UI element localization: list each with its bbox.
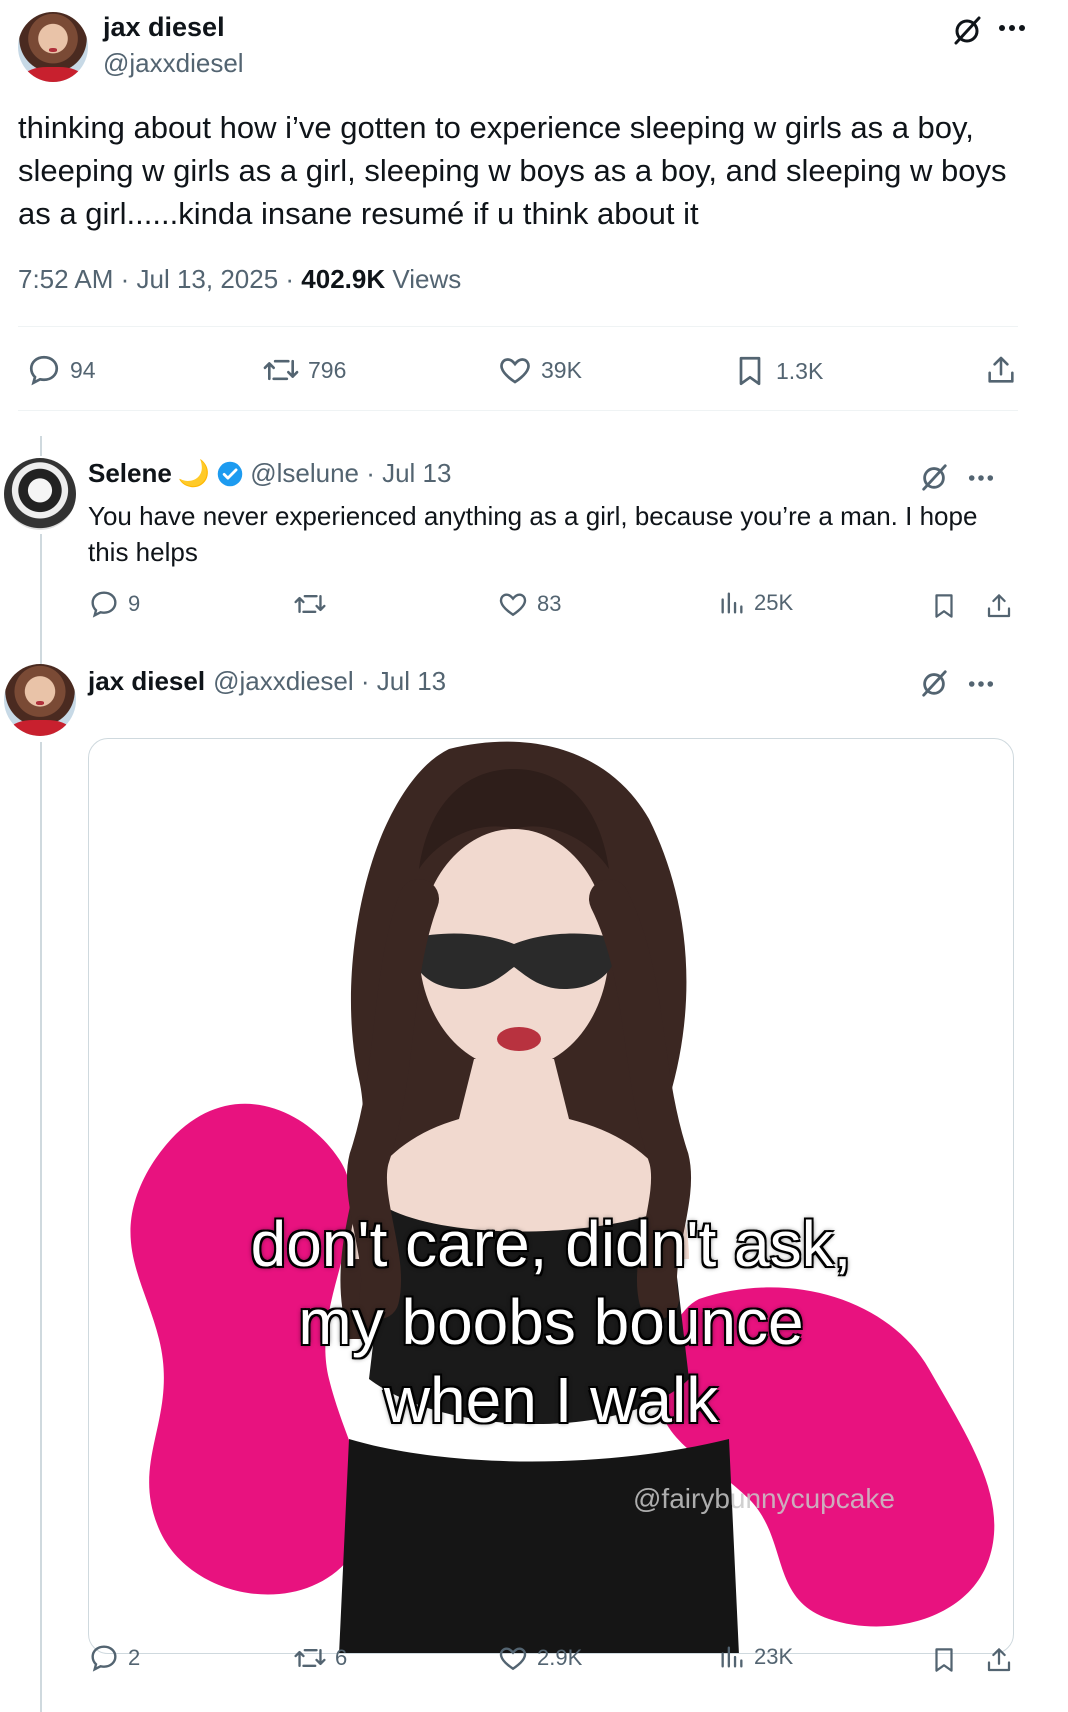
divider <box>18 410 1018 411</box>
grok-icon[interactable] <box>919 462 949 492</box>
tweet-text-line: as a girl......kinda insane resumé if u … <box>18 196 699 231</box>
reply-count: 2 <box>128 1645 141 1670</box>
views-count: 23K <box>754 1644 794 1669</box>
reply-author-name[interactable]: Selene <box>88 458 172 489</box>
grok-icon[interactable] <box>951 14 983 46</box>
retweet-icon <box>293 588 327 620</box>
like-count: 83 <box>537 591 562 616</box>
share-icon[interactable] <box>984 1644 1014 1676</box>
tweet-text-line: thinking about how i’ve gotten to experi… <box>18 110 974 145</box>
tweet-text: thinking about how i’ve gotten to experi… <box>18 106 1007 235</box>
meme-caption-line: when I walk <box>383 1364 719 1436</box>
reply-header: jax diesel @jaxxdiesel · Jul 13 <box>88 666 446 697</box>
views-count: 25K <box>754 590 794 615</box>
reply-handle-date[interactable]: @jaxxdiesel · Jul 13 <box>213 666 446 697</box>
views-button[interactable]: 23K <box>718 1642 793 1672</box>
thread-line <box>40 742 42 1712</box>
reply-icon <box>88 588 120 620</box>
retweet-button[interactable]: 796 <box>262 352 346 388</box>
reply-icon <box>26 352 62 388</box>
retweet-count: 796 <box>308 356 347 383</box>
reply-text-line: this helps <box>88 537 198 567</box>
views-icon <box>718 588 746 618</box>
like-icon <box>497 588 529 620</box>
retweet-button[interactable]: 6 <box>293 1642 347 1674</box>
bookmark-count: 1.3K <box>776 357 824 384</box>
verified-badge-icon <box>216 460 244 488</box>
moon-emoji: 🌙 <box>177 458 211 488</box>
bookmark-button[interactable]: 1.3K <box>732 352 823 390</box>
like-count: 2.9K <box>537 1645 583 1670</box>
like-button[interactable]: 2.9K <box>497 1642 582 1674</box>
meme-image[interactable]: don't care, didn't ask, my boobs bounce … <box>88 738 1014 1654</box>
more-icon[interactable] <box>998 24 1026 32</box>
author-handle[interactable]: @jaxxdiesel <box>103 48 244 79</box>
bookmark-icon[interactable] <box>929 590 959 622</box>
reply-avatar[interactable] <box>4 664 76 736</box>
author-name[interactable]: jax diesel <box>103 12 225 43</box>
reply-button[interactable]: 2 <box>88 1642 140 1674</box>
like-count: 39K <box>541 356 582 383</box>
meme-watermark: @fairybunnycupcake <box>633 1483 895 1514</box>
retweet-icon <box>262 352 300 388</box>
bookmark-icon <box>732 352 768 390</box>
tweet-text-line: sleeping w girls as a girl, sleeping w b… <box>18 153 1007 188</box>
tweet-timestamp[interactable]: 7:52 AM · Jul 13, 2025 · <box>18 264 301 294</box>
like-icon <box>497 352 533 388</box>
share-icon[interactable] <box>984 590 1014 622</box>
reply-count: 94 <box>70 356 96 383</box>
divider <box>18 326 1018 327</box>
share-icon <box>984 352 1018 388</box>
like-icon <box>497 1642 529 1674</box>
reply-text-line: You have never experienced anything as a… <box>88 501 978 531</box>
retweet-count: 6 <box>335 1645 348 1670</box>
views-button[interactable]: 25K <box>718 588 793 618</box>
like-button[interactable]: 39K <box>497 352 582 388</box>
reply-button[interactable]: 9 <box>88 588 140 620</box>
views-label: Views <box>385 264 462 294</box>
thread-line <box>40 534 42 664</box>
retweet-button[interactable] <box>293 588 335 620</box>
author-avatar[interactable] <box>18 12 88 82</box>
thread-line <box>40 436 42 456</box>
meme-caption-line: don't care, didn't ask, <box>250 1208 852 1280</box>
like-button[interactable]: 83 <box>497 588 561 620</box>
reply-handle-date[interactable]: @lselune · Jul 13 <box>250 458 451 489</box>
reply-icon <box>88 1642 120 1674</box>
views-icon <box>718 1642 746 1672</box>
retweet-icon <box>293 1642 327 1674</box>
reply-count: 9 <box>128 591 141 616</box>
grok-icon[interactable] <box>919 668 949 698</box>
meme-caption-line: my boobs bounce <box>298 1286 804 1358</box>
reply-button[interactable]: 94 <box>26 352 96 388</box>
share-button[interactable] <box>984 352 1018 388</box>
meme-illustration <box>130 741 995 1653</box>
reply-header: Selene 🌙 @lselune · Jul 13 <box>88 458 451 489</box>
more-icon[interactable] <box>968 474 994 482</box>
selene-avatar[interactable] <box>4 458 76 530</box>
views-count: 402.9K <box>301 264 386 294</box>
tweet-meta: 7:52 AM · Jul 13, 2025 · 402.9K Views <box>18 264 461 295</box>
bookmark-icon[interactable] <box>929 1644 959 1676</box>
reply-text: You have never experienced anything as a… <box>88 498 977 570</box>
more-icon[interactable] <box>968 680 994 688</box>
reply-author-name[interactable]: jax diesel <box>88 666 205 697</box>
